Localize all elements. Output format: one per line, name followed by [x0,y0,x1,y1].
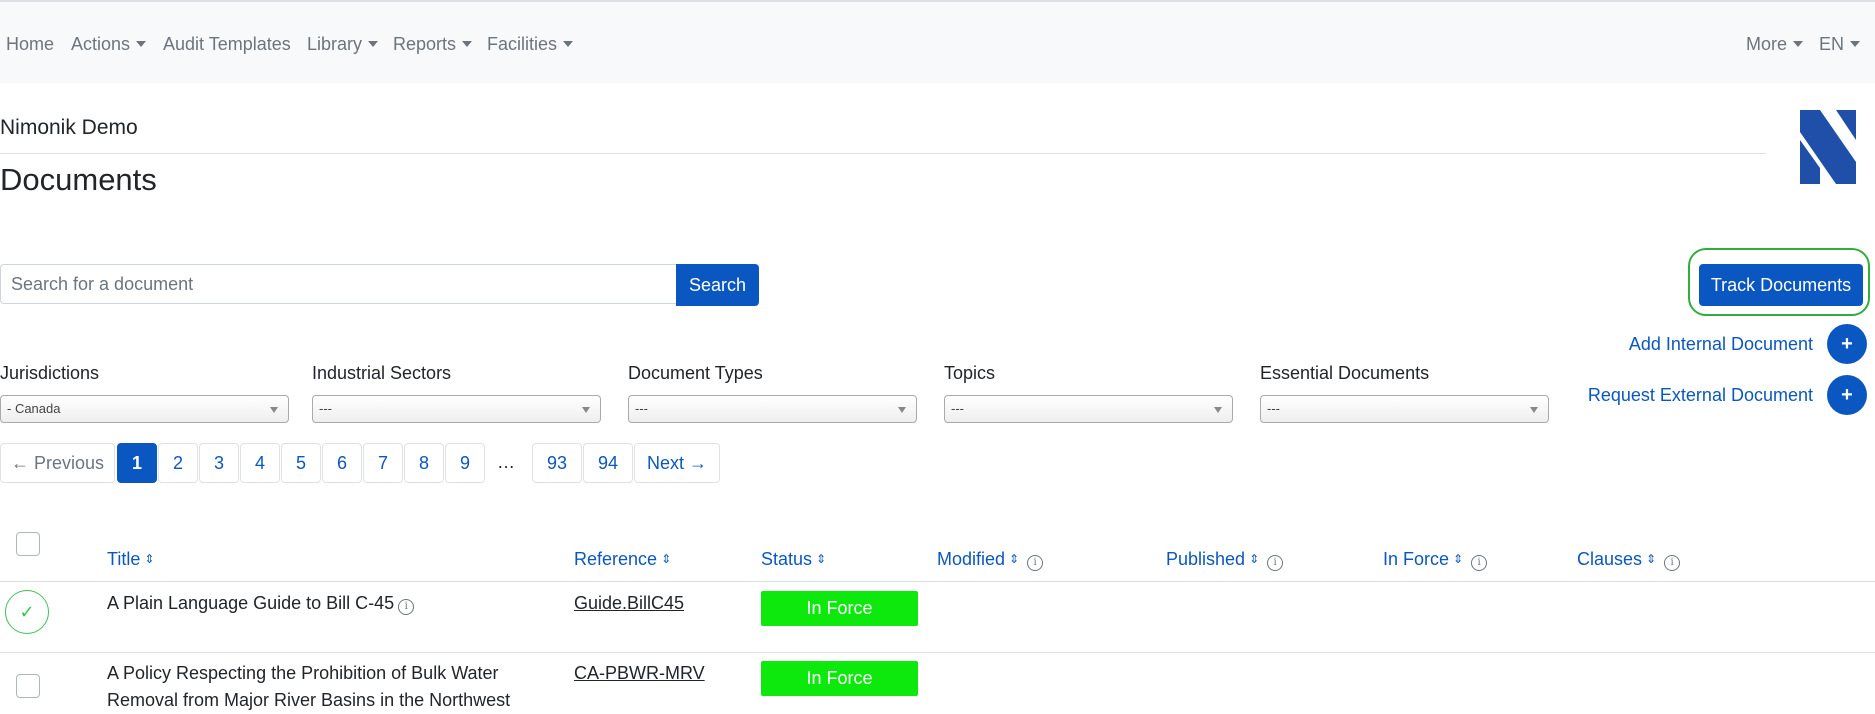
nav-audit-templates[interactable]: Audit Templates [163,32,291,56]
nav-facilities-dropdown[interactable]: Facilities [487,32,573,56]
row-title-line-2[interactable]: Removal from Major River Basins in the N… [107,687,510,714]
search-button[interactable]: Search [676,264,759,306]
filter-topics-value: --- [951,401,964,416]
filter-label-industrial-sectors: Industrial Sectors [312,363,452,383]
pagination-page-7[interactable]: 7 [363,443,403,483]
filter-label-essential-documents: Essential Documents [1260,363,1430,383]
nav-home[interactable]: Home [6,32,54,56]
table-row-title[interactable]: A Policy Respecting the Prohibition of B… [107,660,510,714]
column-header-clauses-label: Clauses [1577,549,1656,569]
add-internal-document-link[interactable]: Add Internal Document [1629,332,1813,356]
info-icon[interactable]: i [398,599,415,615]
nav-reports-dropdown[interactable]: Reports [393,32,472,56]
dropdown-arrow-icon [898,407,906,413]
filter-industrial-sectors-select[interactable]: --- [312,395,601,423]
filter-label-topics: Topics [944,363,996,383]
select-all-checkbox[interactable] [16,532,40,556]
pagination-page-3[interactable]: 3 [199,443,239,483]
add-internal-document-button[interactable]: + [1827,324,1867,364]
dropdown-arrow-icon [1530,407,1538,413]
row-checkbox[interactable] [16,674,40,698]
navbar: Home Actions Audit Templates Library Rep… [0,2,1875,83]
column-header-in-force[interactable]: In Force i [1383,547,1488,571]
column-header-modified[interactable]: Modified i [937,547,1044,571]
filter-topics-select[interactable]: --- [944,395,1233,423]
filter-jurisdictions-value: - Canada [7,401,61,416]
filter-industrial-sectors-value: --- [319,401,332,416]
column-header-status[interactable]: Status [761,547,826,571]
pagination-page-93[interactable]: 93 [532,443,582,483]
status-badge: In Force [761,661,918,696]
dropdown-arrow-icon [270,407,278,413]
filter-jurisdictions-select[interactable]: - Canada [0,395,289,423]
row-title-line-1[interactable]: A Policy Respecting the Prohibition of B… [107,660,510,687]
row-divider [0,652,1875,653]
pagination-ellipsis: … [486,443,526,483]
row-title-text[interactable]: A Plain Language Guide to Bill C-45 [107,593,394,613]
column-header-published[interactable]: Published i [1166,547,1284,571]
company-logo [1800,110,1856,184]
status-badge: In Force [761,591,918,626]
info-icon[interactable]: i [1664,555,1681,571]
dropdown-arrow-icon [582,407,590,413]
info-icon[interactable]: i [1027,555,1044,571]
column-header-clauses[interactable]: Clauses i [1577,547,1681,571]
request-external-document-link[interactable]: Request External Document [1588,383,1813,407]
column-header-status-label: Status [761,549,826,569]
filter-label-jurisdictions: Jurisdictions [0,363,100,383]
filter-document-types-value: --- [635,401,648,416]
column-header-reference[interactable]: Reference [574,547,671,571]
table-row-reference-link[interactable]: CA-PBWR-MRV [574,660,705,687]
nav-more-dropdown[interactable]: More [1746,32,1803,56]
pagination-page-94[interactable]: 94 [583,443,633,483]
column-header-reference-label: Reference [574,549,671,569]
filter-essential-documents-value: --- [1267,401,1280,416]
pagination-page-4[interactable]: 4 [240,443,280,483]
pagination-page-2[interactable]: 2 [158,443,198,483]
table-row-title[interactable]: A Plain Language Guide to Bill C-45 i [107,590,415,617]
request-external-document-button[interactable]: + [1827,375,1867,415]
filter-document-types-select[interactable]: --- [628,395,917,423]
nav-actions-dropdown[interactable]: Actions [71,32,146,56]
pagination-previous: ← Previous [0,443,115,483]
filter-label-document-types: Document Types [628,363,763,383]
column-header-title[interactable]: Title [107,547,154,571]
column-header-modified-label: Modified [937,549,1019,569]
table-header-divider [0,581,1875,582]
pagination-next[interactable]: Next → [634,443,720,483]
info-icon[interactable]: i [1471,555,1488,571]
pagination-page-9[interactable]: 9 [445,443,485,483]
table-row-reference-link[interactable]: Guide.BillC45 [574,590,684,617]
column-header-published-label: Published [1166,549,1259,569]
row-selected-check-icon[interactable]: ✓ [5,590,49,634]
column-header-title-label: Title [107,549,154,569]
pagination-page-1[interactable]: 1 [117,443,157,483]
organization-name: Nimonik Demo [0,116,138,139]
pagination-page-6[interactable]: 6 [322,443,362,483]
divider [0,153,1766,154]
page-title: Documents [0,162,157,197]
info-icon[interactable]: i [1267,555,1284,571]
nav-language-dropdown[interactable]: EN [1819,32,1860,56]
filter-essential-documents-select[interactable]: --- [1260,395,1549,423]
search-input[interactable] [0,264,676,304]
dropdown-arrow-icon [1214,407,1222,413]
pagination-page-5[interactable]: 5 [281,443,321,483]
pagination-page-8[interactable]: 8 [404,443,444,483]
track-documents-button[interactable]: Track Documents [1699,264,1863,306]
column-header-in-force-label: In Force [1383,549,1463,569]
nav-library-dropdown[interactable]: Library [307,32,378,56]
